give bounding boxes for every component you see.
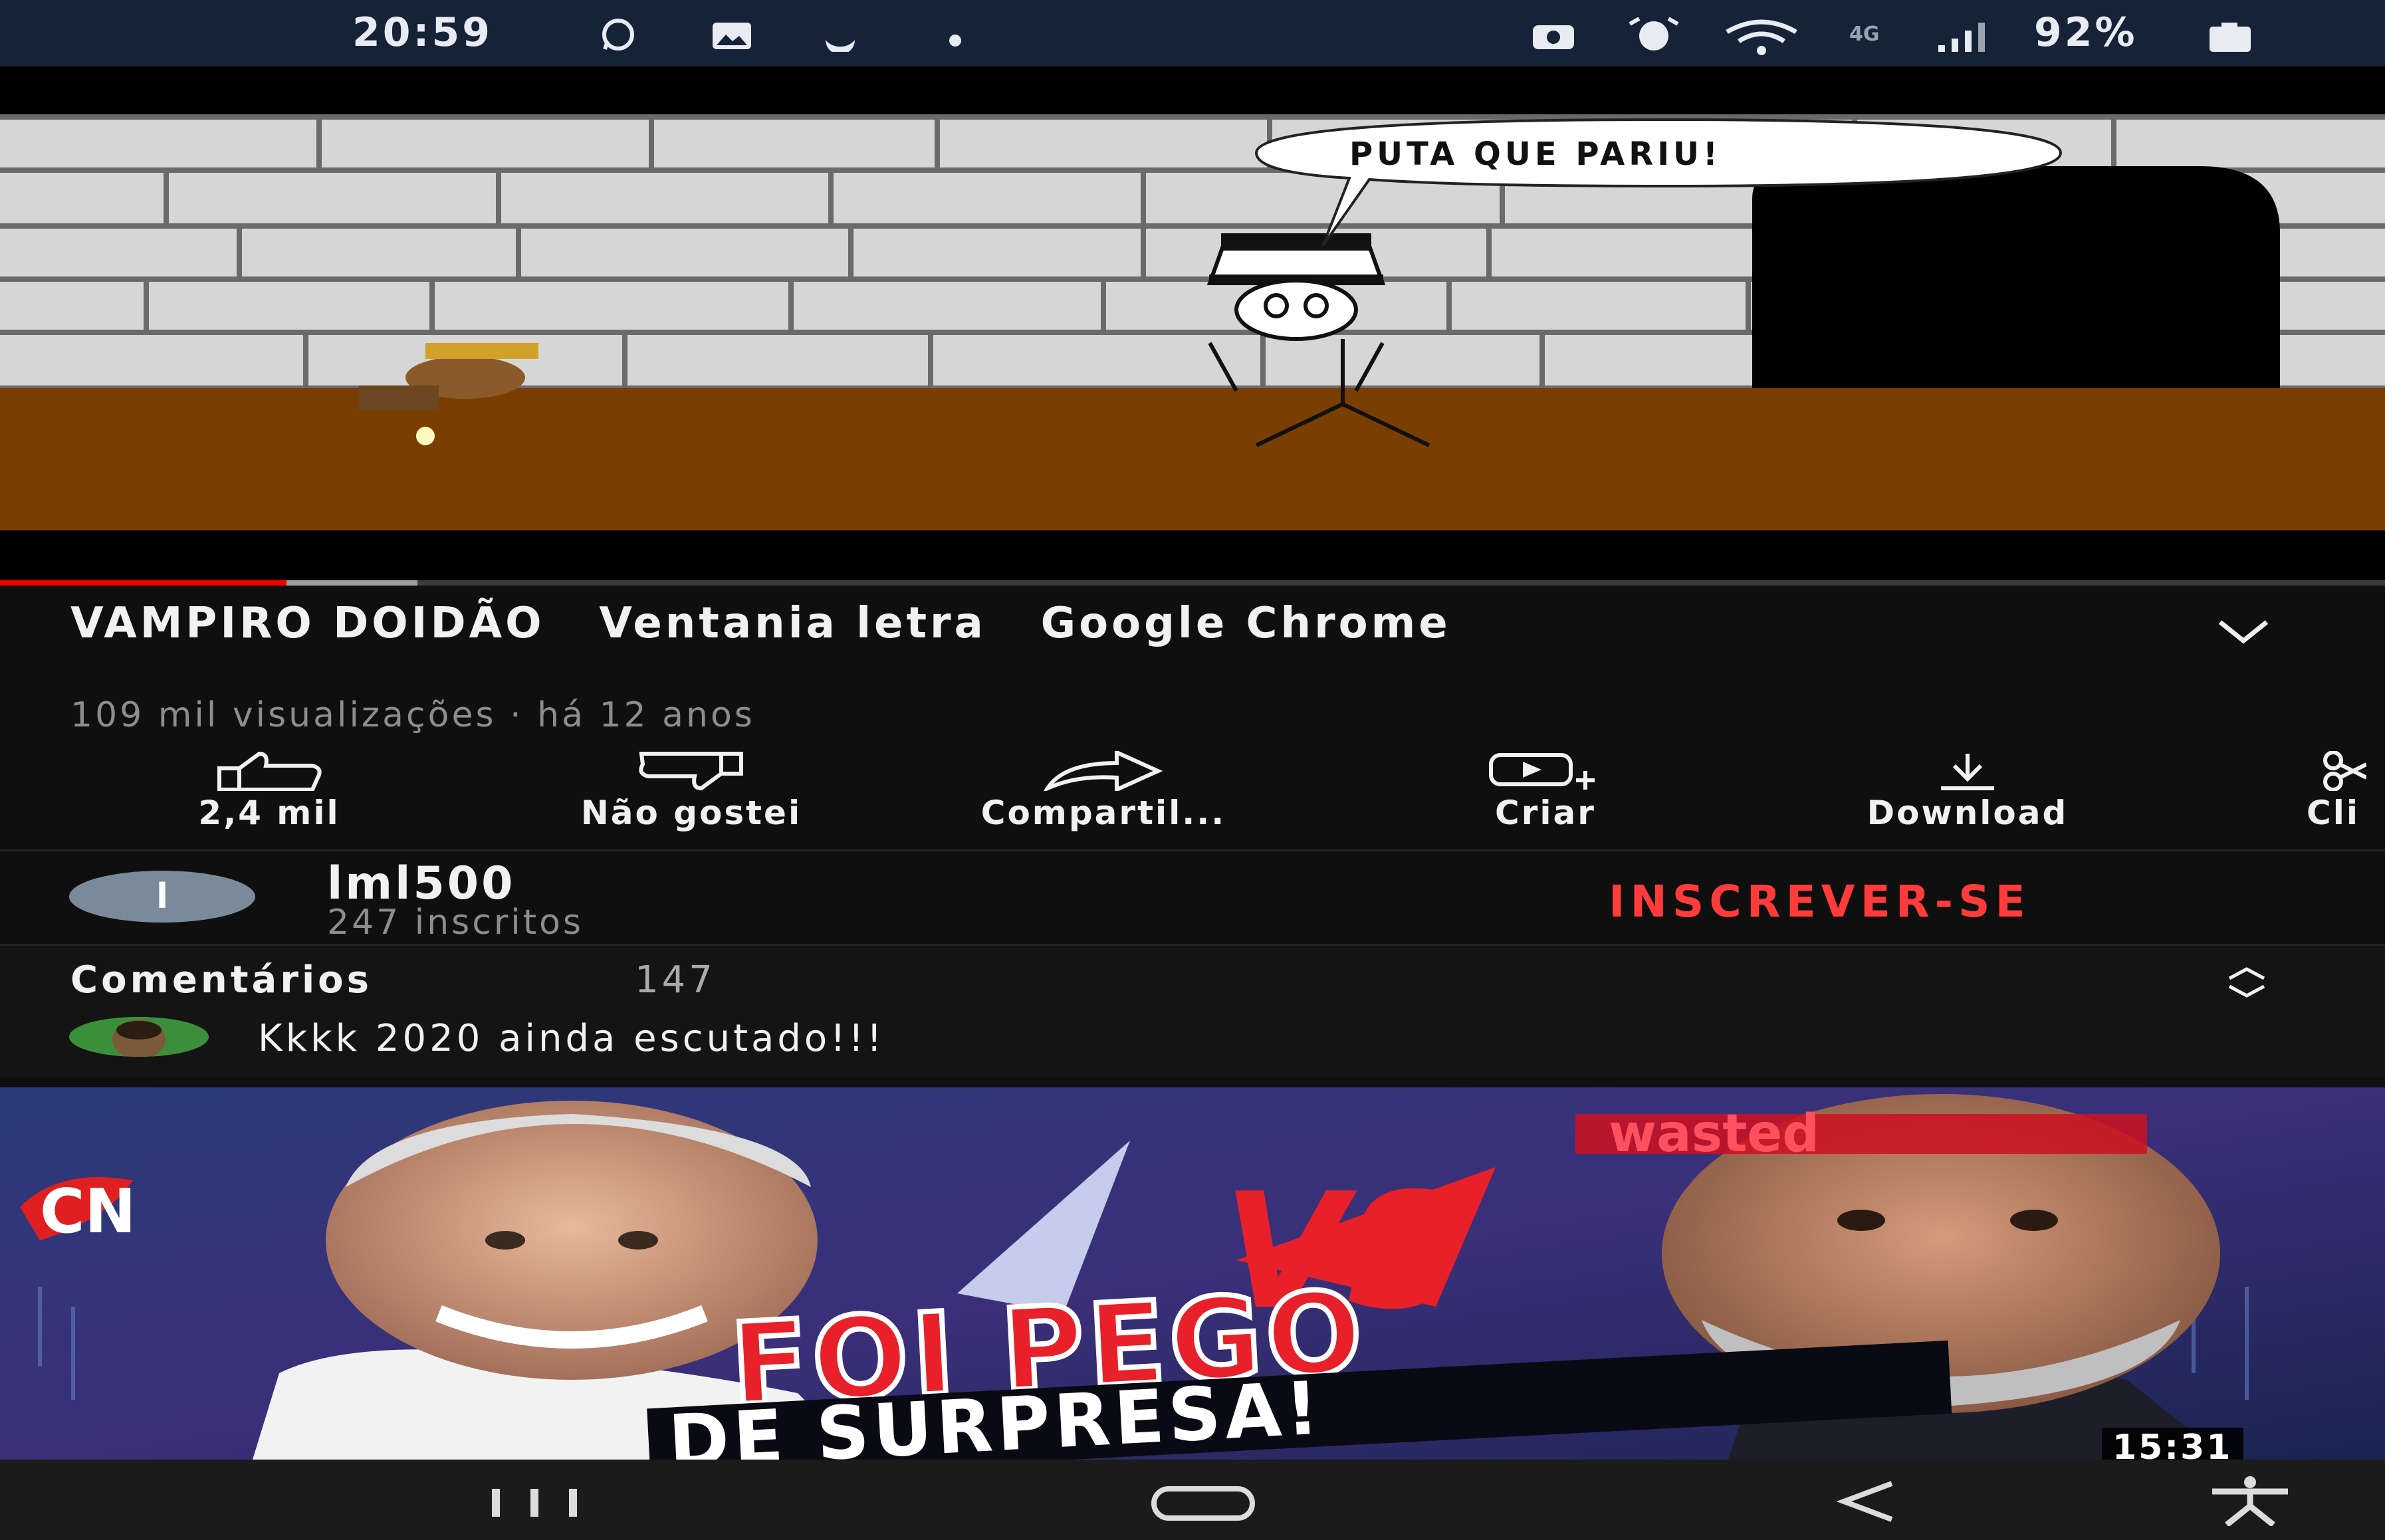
channel-avatar[interactable]: l bbox=[69, 871, 255, 923]
share-icon bbox=[1044, 751, 1163, 791]
status-time: 20:59 bbox=[352, 9, 493, 56]
whatsapp-icon bbox=[602, 19, 634, 51]
logo-text: CN bbox=[40, 1176, 136, 1247]
recent-apps-icon[interactable] bbox=[485, 1486, 585, 1519]
download-icon bbox=[1941, 754, 1994, 790]
video-frame: PUTA QUE PARIU! bbox=[0, 66, 2385, 584]
share-button[interactable]: Compartil... bbox=[904, 751, 1303, 837]
back-icon[interactable] bbox=[1835, 1480, 1901, 1523]
expand-icon[interactable] bbox=[2220, 965, 2273, 998]
divider bbox=[0, 944, 2385, 946]
download-button[interactable]: Download bbox=[1781, 751, 2154, 837]
comments-count: 147 bbox=[635, 958, 716, 1002]
next-video-thumbnail[interactable]: CN VS wasted FOI PEGO DE SURPRESA! bbox=[0, 1087, 2385, 1460]
clip-button[interactable]: Cli bbox=[2307, 751, 2385, 837]
clip-icon bbox=[2323, 751, 2366, 791]
video-title[interactable]: VAMPIRO DOIDÃO Ventania letra Google Chr… bbox=[70, 602, 2198, 645]
progress-played bbox=[0, 580, 286, 586]
dislike-label: Não gostei bbox=[580, 794, 802, 832]
4g-icon: 4G bbox=[1849, 23, 1880, 46]
home-icon[interactable] bbox=[1150, 1485, 1256, 1522]
status-bar: 20:59 4G 92% bbox=[0, 0, 2385, 66]
alarm-icon bbox=[1629, 17, 1679, 51]
comment-avatar bbox=[69, 1017, 209, 1057]
video-meta[interactable]: 109 mil visualizações · há 12 anos bbox=[70, 695, 755, 735]
signal-icon bbox=[1938, 23, 1985, 52]
comments-heading: Comentários bbox=[70, 958, 372, 1002]
dislike-button[interactable]: Não gostei bbox=[505, 751, 877, 837]
share-label: Compartil... bbox=[980, 794, 1226, 832]
wifi-icon bbox=[1726, 19, 1797, 55]
like-button[interactable]: 2,4 mil bbox=[140, 751, 399, 837]
thumbs-up-icon bbox=[217, 751, 322, 791]
camera-icon bbox=[1533, 25, 1574, 49]
top-comment-text: Kkkk 2020 ainda escutado!!! bbox=[258, 1017, 885, 1060]
battery-icon bbox=[2210, 23, 2251, 52]
accessibility-icon[interactable] bbox=[2207, 1476, 2293, 1526]
battery-level: 92% bbox=[2034, 9, 2138, 56]
create-button[interactable]: Criar bbox=[1436, 751, 1655, 837]
thumbs-down-icon bbox=[639, 752, 743, 791]
badge-text: wasted bbox=[1609, 1104, 1819, 1164]
channel-subscribers: 247 inscritos bbox=[327, 903, 584, 942]
clip-label: Cli bbox=[2307, 794, 2360, 832]
like-count: 2,4 mil bbox=[198, 794, 340, 832]
navigation-bar bbox=[0, 1460, 2385, 1540]
moon-icon bbox=[826, 40, 855, 52]
subscribe-button[interactable]: INSCREVER-SE bbox=[1609, 876, 2031, 927]
thumbnail-image: CN VS wasted FOI PEGO DE SURPRESA! bbox=[0, 1087, 2385, 1460]
gallery-icon bbox=[713, 23, 751, 49]
download-label: Download bbox=[1867, 794, 2069, 832]
speech-bubble-text: PUTA QUE PARIU! bbox=[1349, 136, 1722, 173]
video-player[interactable]: PUTA QUE PARIU! bbox=[0, 66, 2385, 584]
chevron-down-icon[interactable] bbox=[2214, 611, 2273, 651]
create-label: Criar bbox=[1495, 794, 1596, 832]
dot-icon bbox=[949, 35, 961, 47]
divider bbox=[0, 849, 2385, 851]
create-icon bbox=[1489, 753, 1595, 790]
